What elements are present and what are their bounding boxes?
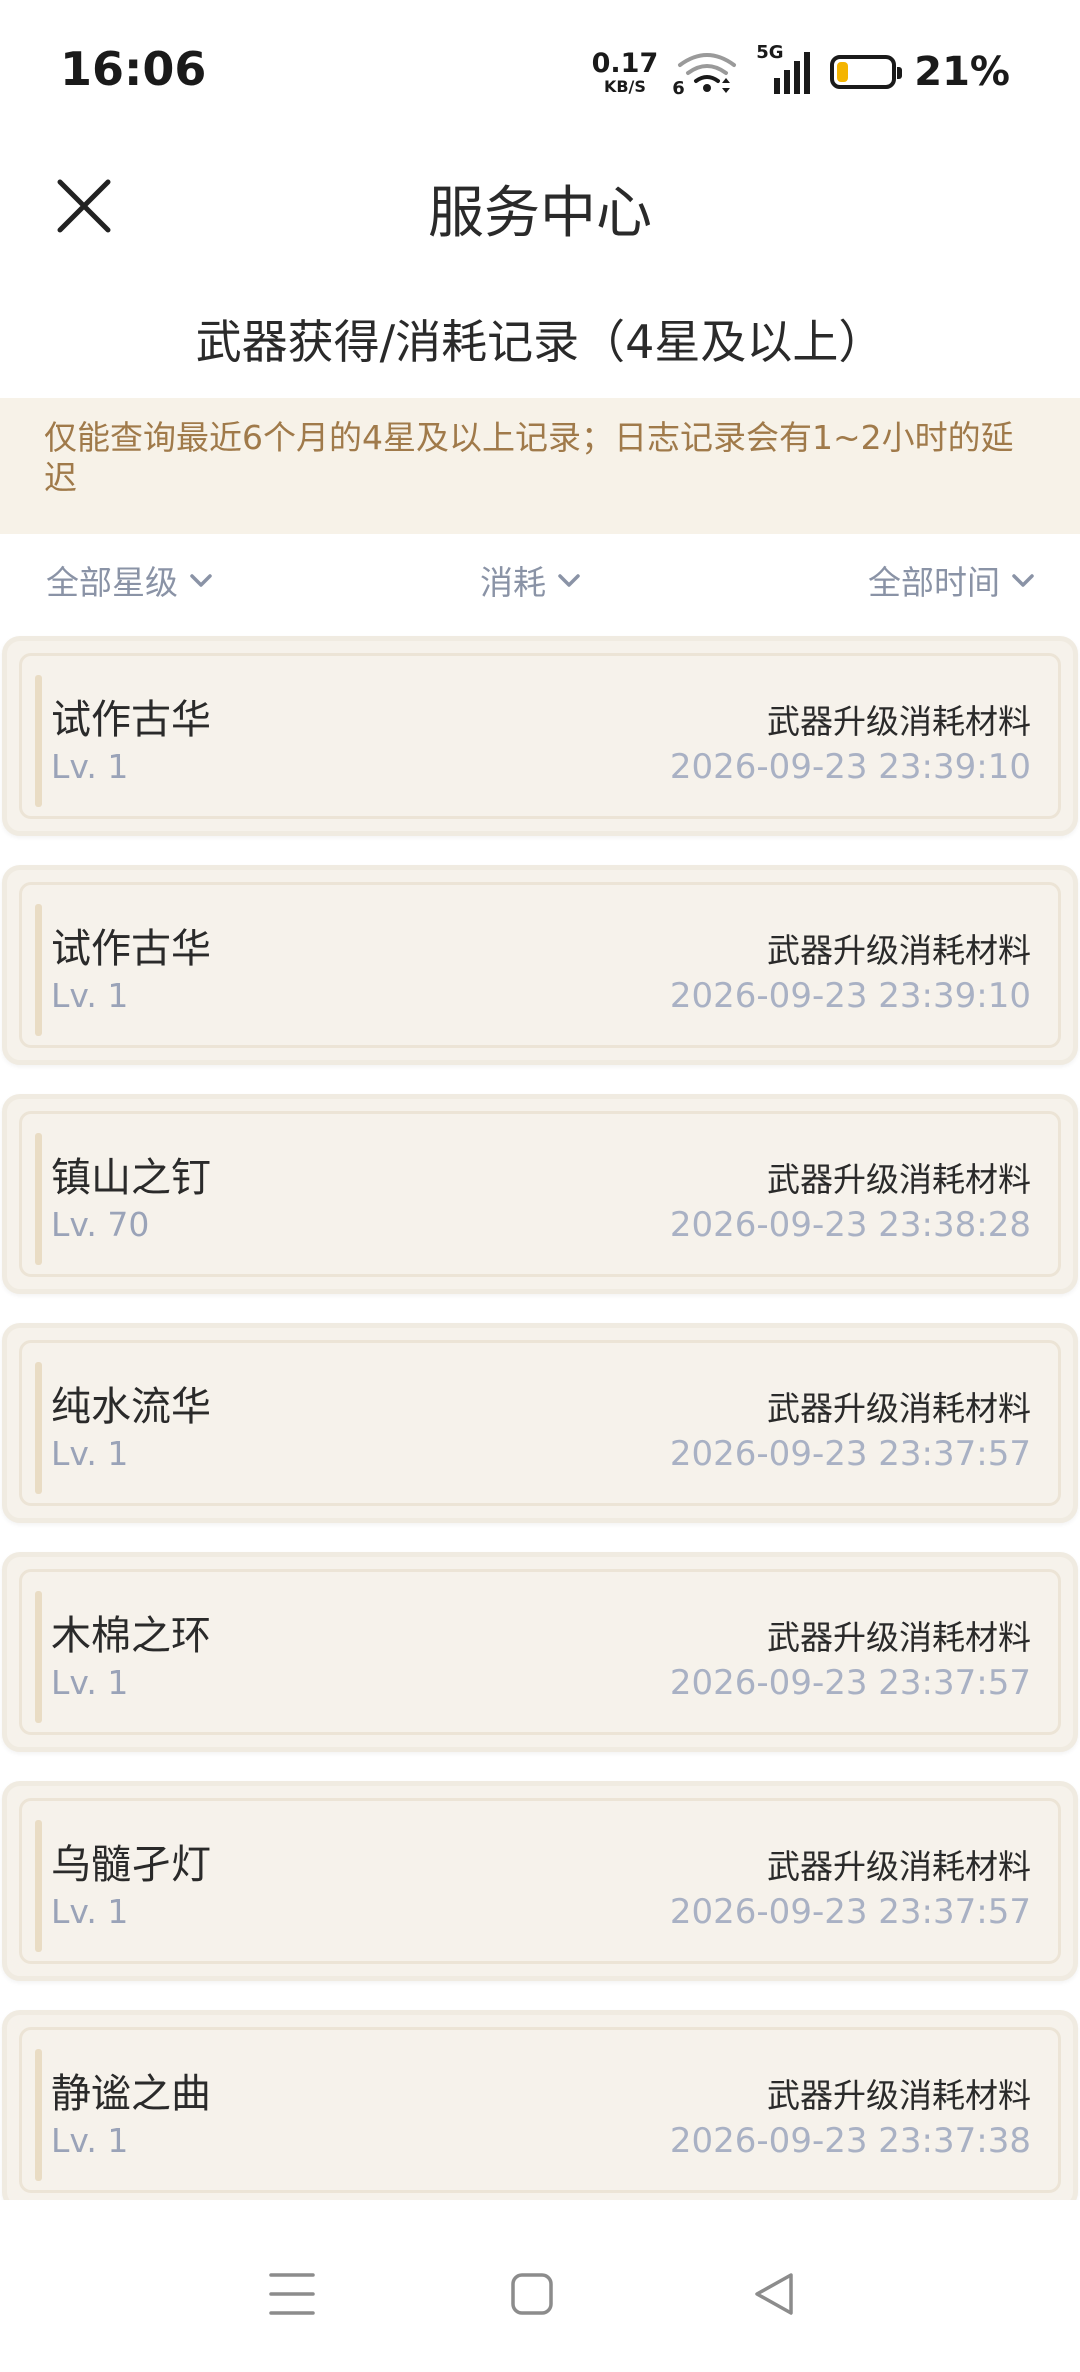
record-card: 纯水流华 Lv. 1 武器升级消耗材料 2026-09-23 23:37:57	[2, 1323, 1078, 1523]
page-subtitle: 武器获得/消耗记录（4星及以上）	[195, 315, 885, 369]
record-card: 静谧之曲 Lv. 1 武器升级消耗材料 2026-09-23 23:37:38	[2, 2010, 1078, 2210]
record-card: 乌髓孑灯 Lv. 1 武器升级消耗材料 2026-09-23 23:37:57	[2, 1781, 1078, 1981]
record-card: 试作古华 Lv. 1 武器升级消耗材料 2026-09-23 23:39:10	[2, 636, 1078, 836]
filter-type-dropdown[interactable]: 消耗	[480, 556, 582, 604]
record-reason: 武器升级消耗材料	[767, 1389, 1031, 1428]
battery-fill	[837, 62, 849, 82]
record-weapon-level: Lv. 1	[51, 1892, 129, 1931]
status-bar: 16:06 0.17 KB/S 6 5G 21%	[0, 0, 1080, 140]
record-time: 2026-09-23 23:38:28	[669, 1205, 1031, 1245]
filter-time-label: 全部时间	[868, 563, 1000, 602]
record-weapon-name: 纯水流华	[51, 1384, 211, 1430]
record-weapon-name: 乌髓孑灯	[51, 1842, 211, 1888]
filter-star-label: 全部星级	[46, 563, 178, 602]
filter-bar: 全部星级 消耗 全部时间	[0, 546, 1080, 616]
filter-star-dropdown[interactable]: 全部星级	[46, 556, 214, 604]
notice-text: 仅能查询最近6个月的4星及以上记录；日志记录会有1~2小时的延迟	[44, 418, 1014, 497]
wifi-label: 6	[672, 78, 685, 99]
network-speed: 0.17 KB/S	[592, 50, 659, 95]
record-reason: 武器升级消耗材料	[767, 702, 1031, 741]
battery-icon	[830, 55, 903, 89]
chevron-down-icon	[190, 574, 212, 587]
record-weapon-name: 镇山之钉	[51, 1155, 211, 1201]
nav-back-button[interactable]	[744, 2264, 804, 2324]
battery-percent: 21%	[914, 49, 1010, 95]
chevron-down-icon	[1012, 574, 1034, 587]
record-time: 2026-09-23 23:37:38	[669, 2121, 1031, 2161]
signal-icon: 5G	[756, 42, 812, 96]
record-time: 2026-09-23 23:37:57	[669, 1892, 1031, 1932]
record-time: 2026-09-23 23:39:10	[669, 976, 1031, 1016]
record-reason: 武器升级消耗材料	[767, 1847, 1031, 1886]
record-time: 2026-09-23 23:39:10	[669, 747, 1031, 787]
record-weapon-name: 木棉之环	[51, 1613, 211, 1659]
menu-icon	[269, 2273, 315, 2315]
status-icons: 0.17 KB/S 6 5G 21%	[592, 42, 1010, 100]
record-weapon-name: 试作古华	[51, 926, 211, 972]
record-reason: 武器升级消耗材料	[767, 1618, 1031, 1657]
record-weapon-level: Lv. 1	[51, 2121, 129, 2160]
record-weapon-level: Lv. 70	[51, 1205, 150, 1244]
record-weapon-name: 试作古华	[51, 697, 211, 743]
notice-banner: 仅能查询最近6个月的4星及以上记录；日志记录会有1~2小时的延迟	[0, 398, 1080, 534]
record-reason: 武器升级消耗材料	[767, 2076, 1031, 2115]
record-time: 2026-09-23 23:37:57	[669, 1663, 1031, 1703]
page-title: 服务中心	[428, 181, 652, 246]
system-nav-bar	[0, 2200, 1080, 2372]
record-weapon-level: Lv. 1	[51, 747, 129, 786]
filter-time-dropdown[interactable]: 全部时间	[868, 556, 1036, 604]
record-time: 2026-09-23 23:37:57	[669, 1434, 1031, 1474]
record-card: 木棉之环 Lv. 1 武器升级消耗材料 2026-09-23 23:37:57	[2, 1552, 1078, 1752]
record-weapon-level: Lv. 1	[51, 1663, 129, 1702]
back-icon	[755, 2273, 793, 2315]
wifi-icon: 6	[672, 49, 738, 99]
home-icon	[511, 2273, 553, 2315]
network-speed-unit: KB/S	[603, 76, 646, 96]
record-card: 镇山之钉 Lv. 70 武器升级消耗材料 2026-09-23 23:38:28	[2, 1094, 1078, 1294]
network-speed-value: 0.17	[591, 47, 659, 79]
filter-type-label: 消耗	[480, 563, 546, 602]
record-weapon-level: Lv. 1	[51, 976, 129, 1015]
status-time: 16:06	[60, 42, 207, 96]
nav-menu-button[interactable]	[262, 2264, 322, 2324]
record-weapon-level: Lv. 1	[51, 1434, 129, 1473]
record-weapon-name: 静谧之曲	[51, 2071, 211, 2117]
record-reason: 武器升级消耗材料	[767, 1160, 1031, 1199]
record-card: 试作古华 Lv. 1 武器升级消耗材料 2026-09-23 23:39:10	[2, 865, 1078, 1065]
nav-home-button[interactable]	[502, 2264, 562, 2324]
chevron-down-icon	[558, 574, 580, 587]
record-reason: 武器升级消耗材料	[767, 931, 1031, 970]
